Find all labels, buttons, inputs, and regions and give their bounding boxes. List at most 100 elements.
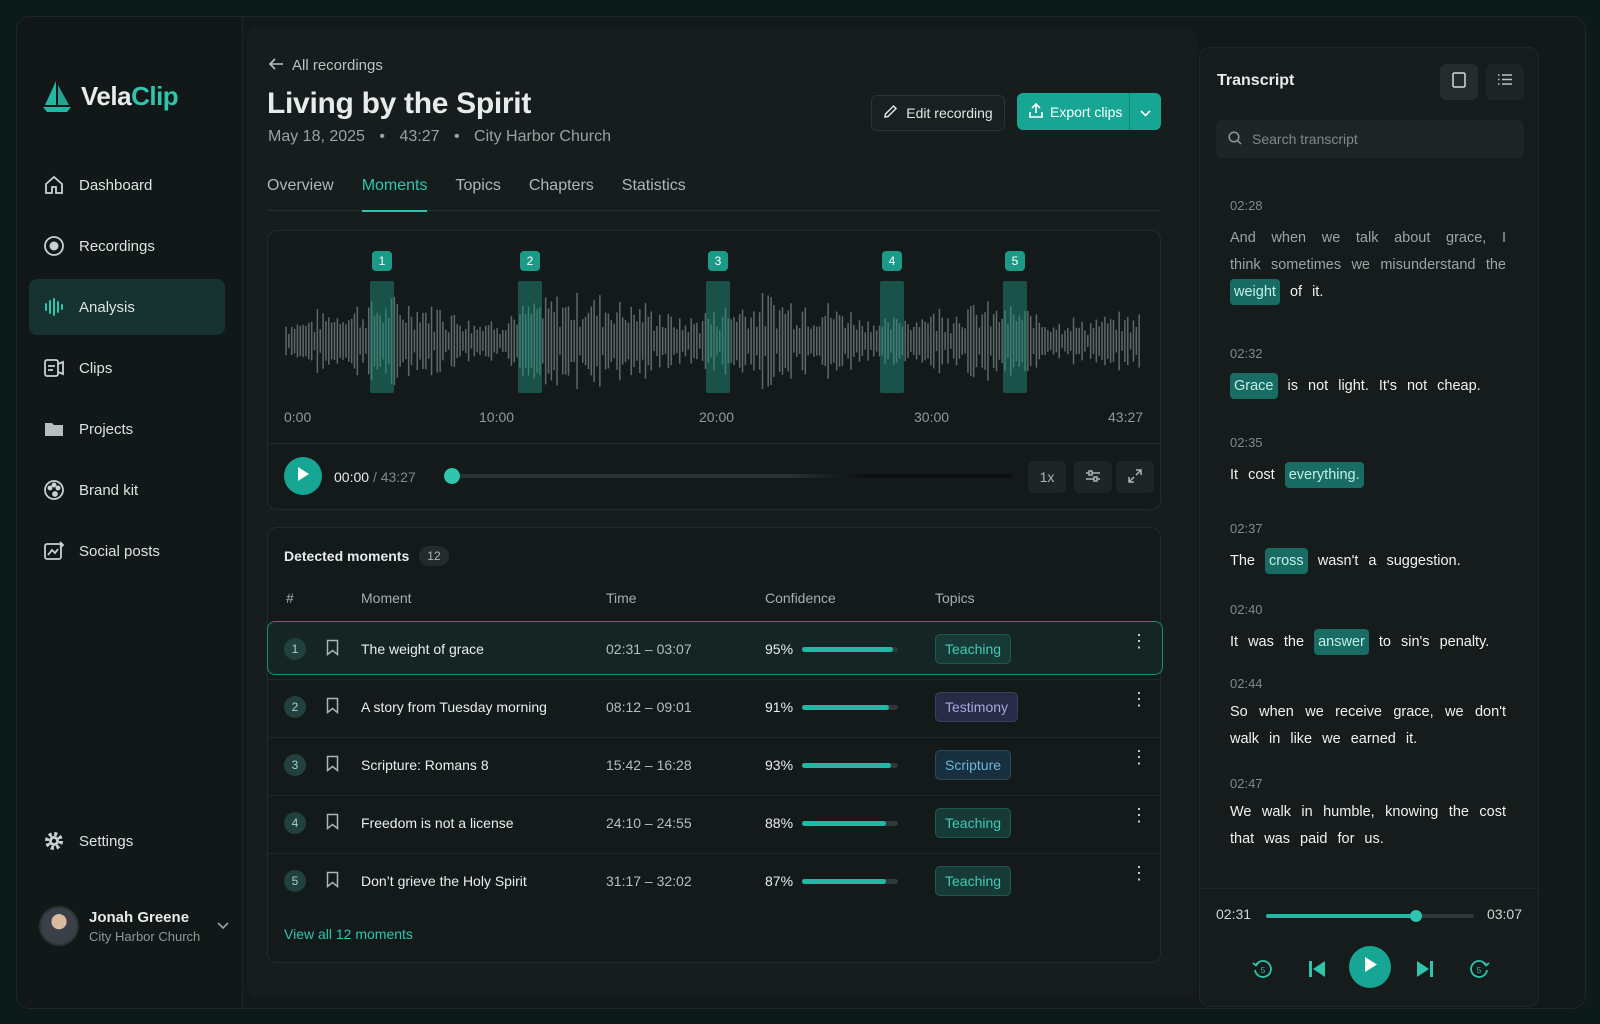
clip-progress-fill	[1266, 914, 1416, 918]
bookmark-icon[interactable]	[326, 697, 339, 717]
clip-progress-bar[interactable]	[1266, 910, 1474, 922]
record-icon	[43, 235, 65, 257]
topic-tag[interactable]: Scripture	[935, 750, 1012, 780]
topic-tag[interactable]: Testimony	[935, 692, 1019, 722]
column-header-moment[interactable]: Moment	[361, 590, 412, 606]
transcript-segment[interactable]: 02:28 And when we talk about grace, I th…	[1230, 198, 1506, 306]
transcript-search-input[interactable]: Search transcript	[1216, 120, 1524, 158]
moment-marker-badge[interactable]: 3	[708, 251, 728, 271]
bookmark-icon[interactable]	[326, 813, 339, 833]
sidebar-item-dashboard[interactable]: Dashboard	[29, 157, 225, 213]
tab-moments[interactable]: Moments	[361, 177, 427, 212]
highlighted-word[interactable]: Grace	[1230, 373, 1278, 399]
more-options-icon[interactable]: ⋮	[1130, 864, 1148, 882]
segment-text: And when we talk about grace, I think so…	[1230, 225, 1506, 306]
bookmark-icon[interactable]	[326, 871, 339, 891]
user-menu[interactable]: Jonah Greene City Harbor Church	[39, 906, 229, 946]
table-row[interactable]: 3 Scripture: Romans 8 15:42 – 16:28 93% Scri…	[268, 737, 1160, 793]
highlighted-word[interactable]: weight	[1230, 279, 1280, 305]
sidebar-item-label: Settings	[79, 832, 134, 850]
column-header-time[interactable]: Time	[606, 590, 637, 606]
tab-overview[interactable]: Overview	[267, 177, 334, 211]
transcript-segment[interactable]: 02:37 The cross wasn't a suggestion.	[1230, 521, 1506, 575]
previous-button[interactable]	[1302, 951, 1332, 991]
bookmark-icon[interactable]	[326, 639, 339, 659]
transcript-segment[interactable]: 02:47 We walk in humble, knowing the cos…	[1230, 776, 1506, 853]
play-button[interactable]	[284, 457, 322, 495]
adjust-button[interactable]	[1074, 461, 1112, 493]
segment-time: 02:40	[1230, 602, 1263, 617]
moment-marker[interactable]	[370, 281, 394, 393]
segment-text-part: It cost	[1230, 467, 1275, 483]
moment-marker-badge[interactable]: 5	[1005, 251, 1025, 271]
topic-tag[interactable]: Teaching	[935, 634, 1012, 664]
clip-progress-handle[interactable]	[1409, 910, 1422, 922]
fullscreen-button[interactable]	[1116, 461, 1154, 493]
speed-button[interactable]: 1x	[1028, 461, 1066, 493]
highlighted-word[interactable]: everything.	[1284, 462, 1364, 488]
list-view-button[interactable]	[1486, 64, 1524, 100]
moment-marker-badge[interactable]: 1	[372, 251, 392, 271]
tab-chapters[interactable]: Chapters	[529, 177, 594, 211]
transcript-segment[interactable]: 02:35 It cost everything.	[1230, 435, 1506, 489]
recording-meta: May 18, 2025 • 43:27 • City Harbor Churc…	[268, 128, 611, 146]
tab-topics[interactable]: Topics	[455, 177, 500, 211]
sidebar-item-clips[interactable]: Clips	[29, 340, 225, 396]
table-row[interactable]: 4 Freedom is not a license 24:10 – 24:55 88…	[268, 795, 1160, 851]
clip-play-button[interactable]	[1349, 946, 1391, 988]
export-clips-button[interactable]: Export clips	[1017, 93, 1161, 130]
total-time: / 43:27	[372, 469, 416, 485]
rewind-5-button[interactable]: 5	[1248, 951, 1278, 991]
column-header-topics[interactable]: Topics	[935, 590, 975, 606]
confidence-bar	[802, 879, 898, 884]
segment-text: It was the answer to sin's penalty.	[1230, 629, 1506, 656]
table-row[interactable]: 1 The weight of grace 02:31 – 03:07 95% Teac…	[267, 621, 1163, 675]
back-link[interactable]: All recordings	[268, 57, 383, 74]
sidebar-item-recordings[interactable]: Recordings	[29, 218, 225, 274]
table-row[interactable]: 5 Don’t grieve the Holy Spirit 31:17 – 32:…	[268, 853, 1160, 909]
more-options-icon[interactable]: ⋮	[1130, 748, 1148, 766]
sidebar-item-brand-kit[interactable]: Brand kit	[29, 462, 225, 518]
more-options-icon[interactable]: ⋮	[1130, 690, 1148, 708]
transcript-segment[interactable]: 02:40 It was the answer to sin's penalty…	[1230, 602, 1506, 656]
forward-5-button[interactable]: 5	[1464, 951, 1494, 991]
sidebar-item-social-posts[interactable]: Social posts	[29, 523, 225, 579]
view-all-moments-link[interactable]: View all 12 moments	[284, 926, 413, 942]
sidebar-item-label: Dashboard	[79, 176, 153, 194]
transcript-segment[interactable]: 02:44 So when we receive grace, we don't…	[1230, 676, 1506, 753]
scrubber-handle[interactable]	[444, 468, 460, 484]
sidebar-item-analysis[interactable]: Analysis	[29, 279, 225, 335]
next-button[interactable]	[1410, 951, 1440, 991]
moment-marker[interactable]	[706, 281, 730, 393]
edit-recording-button[interactable]: Edit recording	[871, 95, 1005, 131]
moment-marker[interactable]	[518, 281, 542, 393]
segment-text-part: The	[1230, 553, 1255, 569]
sidebar-item-projects[interactable]: Projects	[29, 401, 225, 457]
moment-marker-badge[interactable]: 2	[520, 251, 540, 271]
playback-scrubber[interactable]	[444, 468, 1012, 484]
moment-name: Freedom is not a license	[361, 815, 514, 831]
tab-statistics[interactable]: Statistics	[622, 177, 686, 211]
moment-marker[interactable]	[880, 281, 904, 393]
column-header-confidence[interactable]: Confidence	[765, 590, 836, 606]
moment-marker[interactable]	[1003, 281, 1027, 393]
table-row[interactable]: 2 A story from Tuesday morning 08:12 – 09:…	[268, 679, 1160, 735]
more-options-icon[interactable]: ⋮	[1130, 806, 1148, 824]
more-options-icon[interactable]: ⋮	[1130, 632, 1148, 650]
topic-tag[interactable]: Teaching	[935, 866, 1012, 896]
clip-start-time: 02:31	[1216, 906, 1252, 922]
table-header: # Moment Time Confidence Topics	[268, 588, 1160, 618]
sidebar-item-settings[interactable]: Settings	[29, 813, 225, 869]
highlighted-word[interactable]: cross	[1265, 548, 1308, 574]
time-tick: 10:00	[479, 409, 515, 425]
transcript-segment[interactable]: 02:32 Grace is not light. It's not cheap…	[1230, 346, 1506, 400]
topic-tag[interactable]: Teaching	[935, 808, 1012, 838]
bookmark-icon[interactable]	[326, 755, 339, 775]
export-options-button[interactable]	[1129, 93, 1161, 130]
moment-confidence: 88%	[765, 815, 794, 831]
highlighted-word[interactable]: answer	[1314, 629, 1369, 655]
sliders-icon	[1085, 469, 1101, 486]
moment-marker-badge[interactable]: 4	[882, 251, 902, 271]
app-logo[interactable]: VelaClip	[41, 79, 179, 113]
panel-view-button[interactable]	[1440, 64, 1478, 100]
